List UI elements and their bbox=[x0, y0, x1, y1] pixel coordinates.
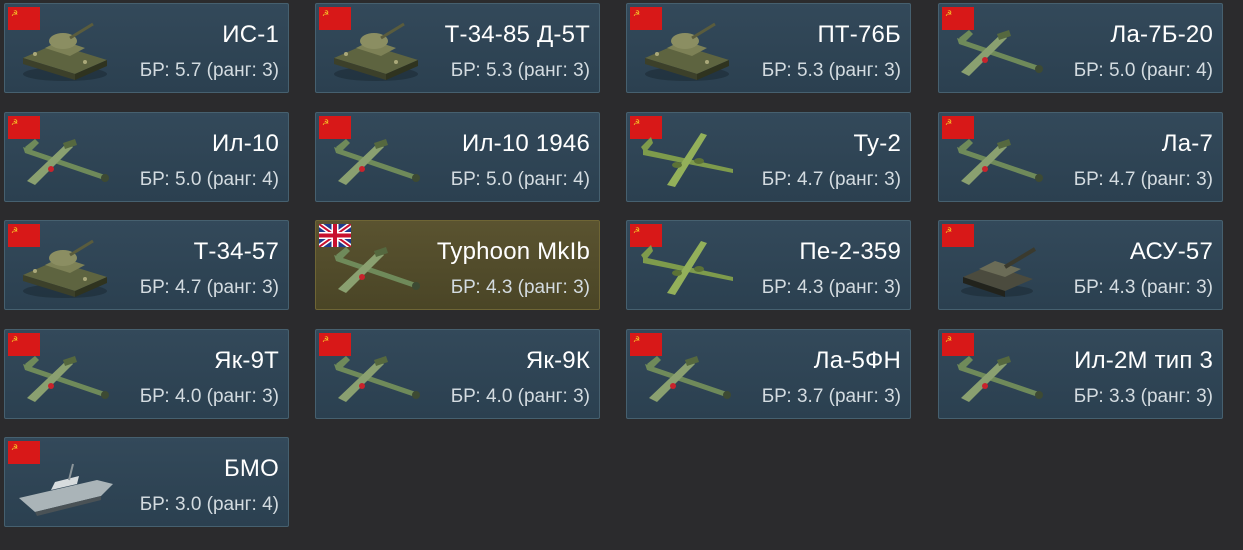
vehicle-card-11[interactable]: ☭ Пе-2-359 БР: 4.3 (ранг: 3) bbox=[626, 220, 911, 310]
vehicle-br-rank: БР: 4.7 (ранг: 3) bbox=[761, 169, 901, 190]
aircraft-icon bbox=[15, 125, 115, 195]
vehicle-card-7[interactable]: ☭ Ту-2 БР: 4.7 (ранг: 3) bbox=[626, 112, 911, 202]
vehicle-card-5[interactable]: ☭ Ил-10 БР: 5.0 (ранг: 4) bbox=[4, 112, 289, 202]
vehicle-card-8[interactable]: ☭ Ла-7 БР: 4.7 (ранг: 3) bbox=[938, 112, 1223, 202]
vehicle-grid: ☭ ИС-1 БР: 5.7 (ранг: 3) ☭ Т-34-85 Д-5Т … bbox=[0, 0, 1243, 550]
tank-icon bbox=[326, 16, 426, 86]
vehicle-card-6[interactable]: ☭ Ил-10 1946 БР: 5.0 (ранг: 4) bbox=[315, 112, 600, 202]
vehicle-name: ИС-1 bbox=[222, 21, 279, 48]
vehicle-card-2[interactable]: ☭ Т-34-85 Д-5Т БР: 5.3 (ранг: 3) bbox=[315, 3, 600, 93]
vehicle-br-rank: БР: 3.0 (ранг: 4) bbox=[139, 494, 279, 515]
vehicle-card-16[interactable]: ☭ Ил-2М тип 3 БР: 3.3 (ранг: 3) bbox=[938, 329, 1223, 419]
aircraft-icon bbox=[637, 342, 737, 412]
aircraft-icon bbox=[949, 342, 1049, 412]
vehicle-name: Т-34-57 bbox=[193, 238, 279, 265]
boat-icon bbox=[15, 450, 115, 520]
tank-icon bbox=[15, 233, 115, 303]
vehicle-card-17[interactable]: ☭ БМО БР: 3.0 (ранг: 4) bbox=[4, 437, 289, 527]
spg-icon bbox=[949, 233, 1049, 303]
bomber-icon bbox=[637, 233, 737, 303]
vehicle-card-9[interactable]: ☭ Т-34-57 БР: 4.7 (ранг: 3) bbox=[4, 220, 289, 310]
vehicle-br-rank: БР: 4.3 (ранг: 3) bbox=[761, 277, 901, 298]
aircraft-icon bbox=[326, 125, 426, 195]
vehicle-name: БМО bbox=[223, 455, 279, 482]
aircraft-icon bbox=[15, 342, 115, 412]
vehicle-br-rank: БР: 3.3 (ранг: 3) bbox=[1073, 386, 1213, 407]
vehicle-br-rank: БР: 5.3 (ранг: 3) bbox=[450, 60, 590, 81]
vehicle-br-rank: БР: 5.0 (ранг: 4) bbox=[1073, 60, 1213, 81]
tank-icon bbox=[637, 16, 737, 86]
vehicle-card-15[interactable]: ☭ Ла-5ФН БР: 3.7 (ранг: 3) bbox=[626, 329, 911, 419]
vehicle-name: АСУ-57 bbox=[1129, 238, 1213, 265]
vehicle-br-rank: БР: 4.7 (ранг: 3) bbox=[1073, 169, 1213, 190]
vehicle-name: Ил-2М тип 3 bbox=[1074, 347, 1213, 374]
bomber-icon bbox=[637, 125, 737, 195]
vehicle-name: Typhoon MkIb bbox=[436, 238, 590, 265]
vehicle-name: Пе-2-359 bbox=[799, 238, 901, 265]
tank-icon bbox=[15, 16, 115, 86]
vehicle-br-rank: БР: 4.0 (ранг: 3) bbox=[139, 386, 279, 407]
vehicle-card-13[interactable]: ☭ Як-9Т БР: 4.0 (ранг: 3) bbox=[4, 329, 289, 419]
vehicle-br-rank: БР: 4.0 (ранг: 3) bbox=[450, 386, 590, 407]
aircraft-icon bbox=[326, 342, 426, 412]
vehicle-card-1[interactable]: ☭ ИС-1 БР: 5.7 (ранг: 3) bbox=[4, 3, 289, 93]
vehicle-br-rank: БР: 3.7 (ранг: 3) bbox=[761, 386, 901, 407]
vehicle-name: Ил-10 1946 bbox=[462, 130, 590, 157]
vehicle-br-rank: БР: 5.7 (ранг: 3) bbox=[139, 60, 279, 81]
vehicle-name: Ла-7Б-20 bbox=[1110, 21, 1213, 48]
vehicle-br-rank: БР: 5.0 (ранг: 4) bbox=[139, 169, 279, 190]
vehicle-card-3[interactable]: ☭ ПТ-76Б БР: 5.3 (ранг: 3) bbox=[626, 3, 911, 93]
vehicle-name: ПТ-76Б bbox=[817, 21, 901, 48]
vehicle-name: Ил-10 bbox=[212, 130, 279, 157]
vehicle-card-14[interactable]: ☭ Як-9К БР: 4.0 (ранг: 3) bbox=[315, 329, 600, 419]
vehicle-name: Т-34-85 Д-5Т bbox=[444, 21, 590, 48]
vehicle-name: Ла-5ФН bbox=[813, 347, 901, 374]
vehicle-card-10[interactable]: Typhoon MkIb БР: 4.3 (ранг: 3) bbox=[315, 220, 600, 310]
vehicle-card-4[interactable]: ☭ Ла-7Б-20 БР: 5.0 (ранг: 4) bbox=[938, 3, 1223, 93]
vehicle-name: Як-9Т bbox=[214, 347, 279, 374]
vehicle-br-rank: БР: 4.7 (ранг: 3) bbox=[139, 277, 279, 298]
vehicle-br-rank: БР: 4.3 (ранг: 3) bbox=[1073, 277, 1213, 298]
vehicle-br-rank: БР: 5.0 (ранг: 4) bbox=[450, 169, 590, 190]
vehicle-name: Ла-7 bbox=[1161, 130, 1213, 157]
aircraft-icon bbox=[949, 125, 1049, 195]
vehicle-name: Як-9К bbox=[525, 347, 590, 374]
aircraft-icon bbox=[949, 16, 1049, 86]
aircraft-icon bbox=[326, 233, 426, 303]
vehicle-name: Ту-2 bbox=[853, 130, 901, 157]
vehicle-card-12[interactable]: ☭ АСУ-57 БР: 4.3 (ранг: 3) bbox=[938, 220, 1223, 310]
vehicle-br-rank: БР: 5.3 (ранг: 3) bbox=[761, 60, 901, 81]
vehicle-br-rank: БР: 4.3 (ранг: 3) bbox=[450, 277, 590, 298]
